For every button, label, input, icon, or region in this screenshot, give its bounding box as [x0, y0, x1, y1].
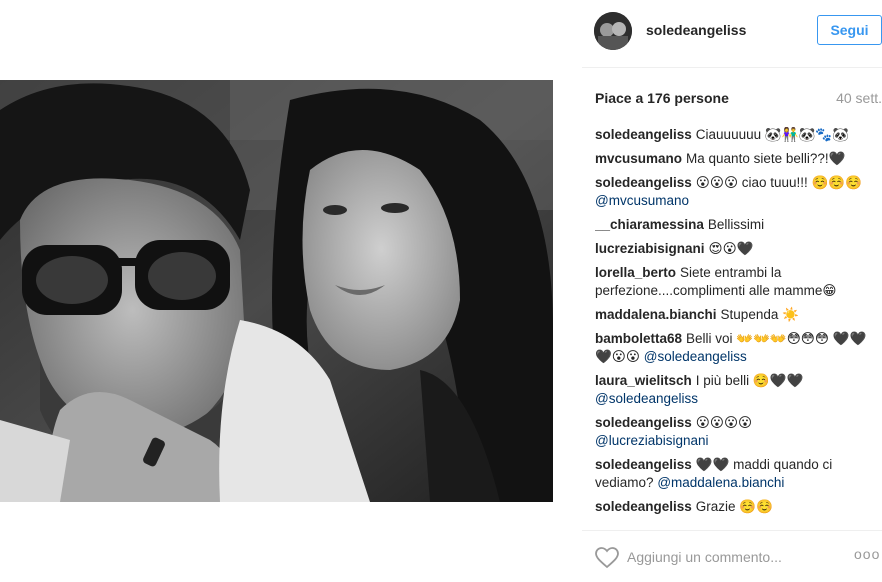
comment-footer: ooo [582, 530, 882, 582]
comment-mention[interactable]: @maddalena.bianchi [657, 475, 784, 490]
comment-username[interactable]: maddalena.bianchi [595, 307, 717, 322]
comment: soledeangeliss Ciauuuuuu 🐼👫🐼🐾🐼 [595, 126, 880, 144]
post-timestamp[interactable]: 40 sett. [836, 90, 882, 106]
comment: laura_wielitsch I più belli ☺️🖤🖤 @soledea… [595, 372, 880, 408]
comment-username[interactable]: laura_wielitsch [595, 373, 692, 388]
follow-button[interactable]: Segui [817, 15, 882, 45]
comment-text: Ciauuuuuu 🐼👫🐼🐾🐼 [695, 127, 849, 142]
comment: lucreziabisignani 😍😮🖤 [595, 240, 880, 258]
comment: bamboletta68 Belli voi 👐👐👐😳😳😳 🖤🖤🖤😮😮 @sole… [595, 330, 880, 366]
comment-mention[interactable]: @soledeangeliss [644, 349, 747, 364]
comment-username[interactable]: __chiaramessina [595, 217, 704, 232]
comment-username[interactable]: soledeangeliss [595, 415, 692, 430]
comment: lorella_berto Siete entrambi la perfezion… [595, 264, 880, 300]
likes-count[interactable]: Piace a 176 persone [595, 90, 729, 106]
comments-list[interactable]: soledeangeliss Ciauuuuuu 🐼👫🐼🐾🐼 mvcusumano… [595, 126, 880, 524]
comment-text: Bellissimi [707, 217, 765, 232]
comment: soledeangeliss 😮😮😮 ciao tuuu!!! ☺️☺️☺️ @m… [595, 174, 880, 210]
comment-username[interactable]: bamboletta68 [595, 331, 682, 346]
post-photo[interactable] [0, 80, 553, 502]
comment-text: Ma quanto siete belli??!🖤 [686, 151, 846, 166]
comment-username[interactable]: lucreziabisignani [595, 241, 705, 256]
comment-text: 😍😮🖤 [708, 241, 754, 256]
comment-text: 😮😮😮😮 [695, 415, 753, 430]
comment-text: Stupenda ☀️ [720, 307, 799, 322]
comment-username[interactable]: lorella_berto [595, 265, 676, 280]
comment: __chiaramessina Bellissimi [595, 216, 880, 234]
post-sidebar: soledeangeliss Segui Piace a 176 persone… [582, 0, 882, 582]
comment: soledeangeliss 😮😮😮😮 @lucreziabisignani [595, 414, 880, 450]
comment-username[interactable]: soledeangeliss [595, 499, 692, 514]
comment-text: 😮😮😮 ciao tuuu!!! ☺️☺️☺️ [695, 175, 862, 190]
comment-username[interactable]: soledeangeliss [595, 457, 692, 472]
comment-username[interactable]: mvcusumano [595, 151, 682, 166]
post-author-username[interactable]: soledeangeliss [646, 22, 746, 38]
avatar[interactable] [594, 12, 632, 50]
comment-mention[interactable]: @lucreziabisignani [595, 433, 709, 448]
comment: soledeangeliss 🖤🖤 maddi quando ci vediamo… [595, 456, 880, 492]
likes-row: Piace a 176 persone 40 sett. [595, 90, 882, 110]
comment: soledeangeliss Grazie ☺️☺️ [595, 498, 880, 516]
heart-icon[interactable] [595, 547, 619, 569]
comment-text: Grazie ☺️☺️ [695, 499, 773, 514]
comment-mention[interactable]: @mvcusumano [595, 193, 689, 208]
comment-username[interactable]: soledeangeliss [595, 127, 692, 142]
comment: maddalena.bianchi Stupenda ☀️ [595, 306, 880, 324]
comment-input[interactable] [627, 545, 827, 569]
comment-mention[interactable]: @soledeangeliss [595, 391, 698, 406]
comment-username[interactable]: soledeangeliss [595, 175, 692, 190]
post-header: soledeangeliss Segui [582, 0, 882, 68]
comment-text: I più belli ☺️🖤🖤 [695, 373, 804, 388]
comment: mvcusumano Ma quanto siete belli??!🖤 [595, 150, 880, 168]
more-options-icon[interactable]: ooo [854, 547, 880, 561]
